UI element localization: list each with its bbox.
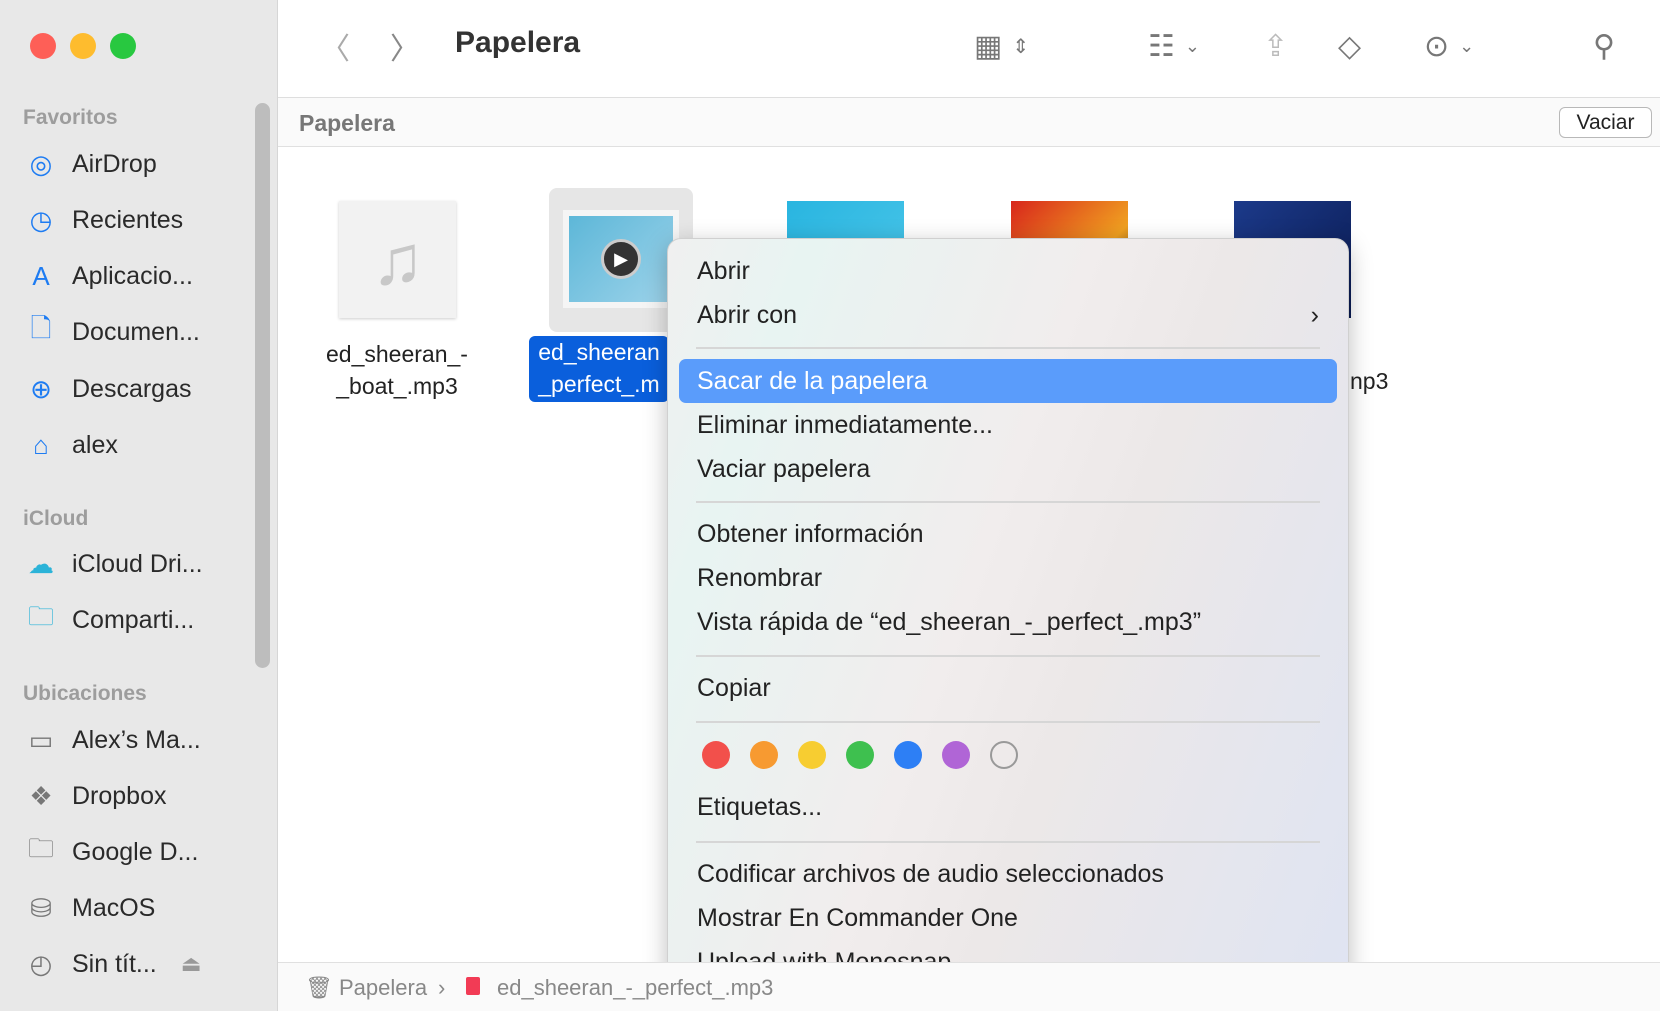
forward-button[interactable]: 〉	[390, 24, 420, 68]
menu-item-eliminar-inmediatamente[interactable]: Eliminar inmediatamente...	[679, 403, 1337, 447]
section-favoritos: Favoritos	[23, 106, 118, 129]
path-item-file[interactable]: ed_sheeran_-_perfect_.mp3	[497, 975, 773, 1001]
sidebar-item-compartido[interactable]: 🗀 Comparti...	[24, 600, 194, 640]
laptop-icon: ▭	[28, 724, 54, 755]
search-icon: ⚲	[1593, 29, 1615, 63]
cloud-icon: ☁	[28, 548, 54, 579]
disk-icon: ⛁	[30, 892, 52, 923]
sidebar-item-aplicaciones[interactable]: A Aplicacio...	[24, 256, 193, 296]
home-icon: ⌂	[33, 429, 49, 460]
updown-icon: ⇕	[1012, 35, 1030, 58]
back-button[interactable]: 〈	[320, 24, 350, 68]
group-button[interactable]: ☷ ⌄	[1148, 24, 1200, 68]
share-button[interactable]: ⇪	[1263, 24, 1288, 68]
sidebar-item-descargas[interactable]: ⊕ Descargas	[24, 369, 191, 409]
sidebar: Favoritos ◎ AirDrop ◷ Recientes A Aplicacio…	[0, 0, 278, 1011]
sidebar-item-alex[interactable]: ⌂ alex	[24, 425, 118, 465]
menu-separator	[696, 721, 1320, 723]
group-icon: ☷	[1148, 29, 1175, 63]
menu-item-abrir[interactable]: Abrir	[679, 249, 1337, 293]
tag-button[interactable]: ◇	[1338, 24, 1361, 68]
tag-orange[interactable]	[750, 741, 778, 769]
toolbar: 〈 〉 Papelera ▦ ⇕ ☷ ⌄ ⇪ ◇ ⊙ ⌄ ⚲	[278, 0, 1660, 98]
menu-item-copiar[interactable]: Copiar	[679, 666, 1337, 710]
music-file-icon	[466, 977, 480, 995]
document-icon: 🗋	[30, 313, 52, 343]
menu-item-vista-rapida[interactable]: Vista rápida de “ed_sheeran_-_perfect_.m…	[679, 600, 1337, 644]
tag-icon: ◇	[1338, 29, 1362, 63]
sidebar-item-alexs-mac[interactable]: ▭ Alex’s Ma...	[24, 720, 201, 760]
sidebar-item-dropbox[interactable]: ❖ Dropbox	[24, 776, 166, 816]
shared-folder-icon: 🗀	[27, 601, 54, 631]
chevron-right-icon: ›	[438, 975, 446, 1000]
apps-icon: A	[32, 260, 50, 291]
search-button[interactable]: ⚲	[1593, 24, 1615, 68]
download-icon: ⊕	[30, 373, 52, 404]
folder-icon: 🗀	[27, 833, 54, 863]
eject-icon[interactable]: ⏏	[181, 951, 202, 977]
close-button[interactable]	[30, 33, 56, 59]
empty-trash-button[interactable]: Vaciar	[1559, 107, 1652, 138]
menu-item-sacar-de-la-papelera[interactable]: Sacar de la papelera	[679, 359, 1337, 403]
context-menu: Abrir Abrir con › Sacar de la papelera El…	[667, 238, 1349, 995]
menu-item-commander-one[interactable]: Mostrar En Commander One	[679, 896, 1337, 940]
section-icloud: iCloud	[23, 507, 89, 530]
menu-item-obtener-informacion[interactable]: Obtener información	[679, 512, 1337, 556]
play-icon[interactable]: ▶	[601, 239, 641, 279]
sidebar-scrollbar[interactable]	[255, 103, 270, 668]
tag-blue[interactable]	[894, 741, 922, 769]
zoom-button[interactable]	[110, 33, 136, 59]
view-mode-button[interactable]: ▦ ⇕	[974, 24, 1029, 68]
sidebar-item-google-drive[interactable]: 🗀 Google D...	[24, 832, 198, 872]
dropbox-icon: ❖	[29, 780, 53, 811]
tag-green[interactable]	[846, 741, 874, 769]
menu-item-codificar[interactable]: Codificar archivos de audio seleccionado…	[679, 852, 1337, 896]
tag-yellow[interactable]	[798, 741, 826, 769]
menu-separator	[696, 841, 1320, 843]
tag-red[interactable]	[702, 741, 730, 769]
time-machine-icon: ◴	[29, 948, 53, 979]
path-item-papelera[interactable]: Papelera	[339, 975, 427, 1001]
menu-item-renombrar[interactable]: Renombrar	[679, 556, 1337, 600]
chevron-right-icon: ›	[1310, 301, 1319, 329]
folder-title: Papelera	[299, 110, 395, 136]
menu-separator	[696, 501, 1320, 503]
path-bar: 🗑 Papelera › ed_sheeran_-_perfect_.mp3	[278, 962, 1660, 1011]
trash-icon: 🗑	[305, 975, 333, 1000]
sidebar-item-icloud-drive[interactable]: ☁ iCloud Dri...	[24, 544, 203, 584]
more-button[interactable]: ⊙ ⌄	[1424, 24, 1474, 68]
grid-icon: ▦	[974, 29, 1003, 63]
file-label-boat[interactable]: ed_sheeran_- _boat_.mp3	[307, 338, 487, 402]
clock-icon: ◷	[29, 204, 53, 235]
tag-gray[interactable]	[990, 741, 1018, 769]
sidebar-item-sin-titulo[interactable]: ◴ Sin tít... ⏏	[24, 944, 202, 984]
airdrop-icon: ◎	[29, 148, 53, 179]
menu-separator	[696, 655, 1320, 657]
file-icon-perfect[interactable]: ▶	[563, 210, 679, 308]
chevron-down-icon: ⌄	[1459, 35, 1475, 56]
more-icon: ⊙	[1424, 29, 1450, 63]
file-label-5[interactable]: np3	[1350, 368, 1388, 395]
sidebar-item-airdrop[interactable]: ◎ AirDrop	[24, 144, 157, 184]
file-label-perfect[interactable]: ed_sheeran _perfect_.m	[529, 336, 669, 402]
sidebar-item-documentos[interactable]: 🗋 Documen...	[24, 312, 200, 352]
music-note-icon: ♫	[371, 220, 424, 299]
file-icon-boat[interactable]: ♫	[339, 201, 456, 318]
menu-item-etiquetas[interactable]: Etiquetas...	[679, 785, 1337, 829]
sidebar-item-macos[interactable]: ⛁ MacOS	[24, 888, 155, 928]
share-icon: ⇪	[1263, 29, 1289, 63]
path-header: Papelera Vaciar	[278, 98, 1660, 147]
chevron-down-icon: ⌄	[1184, 35, 1200, 56]
minimize-button[interactable]	[70, 33, 96, 59]
section-ubicaciones: Ubicaciones	[23, 682, 147, 705]
menu-separator	[696, 347, 1320, 349]
tag-purple[interactable]	[942, 741, 970, 769]
menu-item-vaciar-papelera[interactable]: Vaciar papelera	[679, 447, 1337, 491]
sidebar-item-recientes[interactable]: ◷ Recientes	[24, 200, 184, 240]
menu-item-abrir-con[interactable]: Abrir con ›	[679, 293, 1337, 337]
window-title: Papelera	[455, 26, 581, 59]
